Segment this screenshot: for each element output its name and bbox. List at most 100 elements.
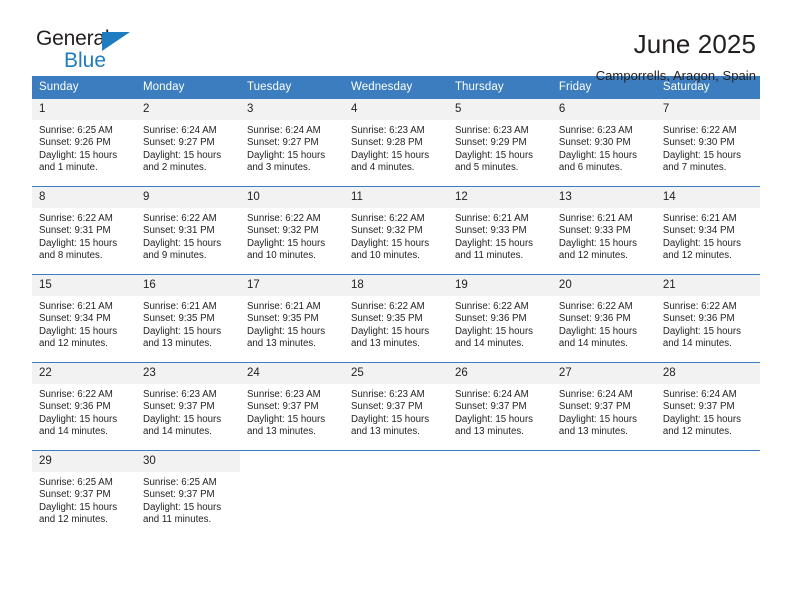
daylight-text-line1: Daylight: 15 hours: [142, 501, 222, 513]
day-details: Sunrise: 6:21 AM Sunset: 9:35 PM Daylight:…: [136, 296, 240, 351]
month-calendar: Sunday Monday Tuesday Wednesday Thursday…: [32, 76, 760, 539]
calendar-day-cell[interactable]: 30 Sunrise: 6:25 AM Sunset: 9:37 PM Dayligh…: [135, 450, 240, 539]
daylight-text-line2: and 14 minutes.: [142, 426, 212, 438]
day-details: Sunrise: 6:22 AM Sunset: 9:31 PM Daylight:…: [32, 208, 136, 263]
calendar-body: 1 Sunrise: 6:25 AM Sunset: 9:26 PM Daylight…: [32, 98, 760, 539]
calendar-day-cell[interactable]: 6 Sunrise: 6:23 AM Sunset: 9:30 PM Daylight…: [551, 98, 656, 187]
daylight-text-line1: Daylight: 15 hours: [39, 237, 118, 249]
day-number: 29: [32, 451, 136, 472]
daylight-text-line2: and 13 minutes.: [350, 338, 420, 350]
calendar-day-cell[interactable]: 21 Sunrise: 6:22 AM Sunset: 9:36 PM Dayligh…: [655, 274, 760, 363]
calendar-day-cell[interactable]: 10 Sunrise: 6:22 AM Sunset: 9:32 PM Dayligh…: [239, 186, 344, 275]
daylight-text-line2: and 10 minutes.: [350, 250, 420, 262]
daylight-text-line1: Daylight: 15 hours: [246, 149, 326, 161]
calendar-day-cell[interactable]: 1 Sunrise: 6:25 AM Sunset: 9:26 PM Daylight…: [32, 98, 136, 187]
calendar-day-cell-empty: [551, 450, 656, 539]
calendar-day-cell[interactable]: 5 Sunrise: 6:23 AM Sunset: 9:29 PM Daylight…: [447, 98, 552, 187]
calendar-day-cell[interactable]: 22 Sunrise: 6:22 AM Sunset: 9:36 PM Dayligh…: [32, 362, 136, 451]
calendar-day-cell[interactable]: 3 Sunrise: 6:24 AM Sunset: 9:27 PM Daylight…: [239, 98, 344, 187]
calendar-day-cell[interactable]: 17 Sunrise: 6:21 AM Sunset: 9:35 PM Dayligh…: [239, 274, 344, 363]
calendar-day-cell[interactable]: 29 Sunrise: 6:25 AM Sunset: 9:37 PM Dayligh…: [32, 450, 136, 539]
calendar-day-cell[interactable]: 25 Sunrise: 6:23 AM Sunset: 9:37 PM Dayligh…: [343, 362, 448, 451]
day-details: Sunrise: 6:23 AM Sunset: 9:37 PM Daylight:…: [344, 384, 448, 439]
daylight-text-line2: and 2 minutes.: [142, 162, 207, 174]
daylight-text-line2: and 14 minutes.: [558, 338, 628, 350]
calendar-week-row: 8 Sunrise: 6:22 AM Sunset: 9:31 PM Daylight…: [32, 186, 760, 275]
day-number: 24: [239, 363, 344, 384]
sunset-text: Sunset: 9:33 PM: [454, 225, 527, 237]
calendar-day-cell[interactable]: 19 Sunrise: 6:22 AM Sunset: 9:36 PM Dayligh…: [447, 274, 552, 363]
day-details: Sunrise: 6:22 AM Sunset: 9:32 PM Daylight:…: [240, 208, 344, 263]
daylight-text-line2: and 11 minutes.: [454, 250, 524, 262]
sunset-text: Sunset: 9:28 PM: [350, 137, 423, 149]
daylight-text-line1: Daylight: 15 hours: [142, 413, 222, 425]
day-number: 19: [447, 275, 552, 296]
sunset-text: Sunset: 9:29 PM: [454, 137, 527, 149]
sunrise-text: Sunrise: 6:24 AM: [246, 125, 321, 136]
day-details: Sunrise: 6:22 AM Sunset: 9:36 PM Daylight:…: [656, 296, 760, 351]
day-number: 6: [551, 99, 656, 120]
day-number: 8: [32, 187, 136, 208]
logo-text-general: General: [36, 27, 110, 50]
day-number: 4: [343, 99, 448, 120]
daylight-text-line1: Daylight: 15 hours: [558, 413, 638, 425]
calendar-day-cell[interactable]: 12 Sunrise: 6:21 AM Sunset: 9:33 PM Dayligh…: [447, 186, 552, 275]
calendar-day-cell[interactable]: 7 Sunrise: 6:22 AM Sunset: 9:30 PM Daylight…: [655, 98, 760, 187]
daylight-text-line1: Daylight: 15 hours: [142, 325, 222, 337]
day-details: Sunrise: 6:22 AM Sunset: 9:36 PM Daylight:…: [448, 296, 552, 351]
daylight-text-line1: Daylight: 15 hours: [662, 413, 741, 425]
triangle-icon: [102, 32, 130, 51]
sunset-text: Sunset: 9:30 PM: [662, 137, 735, 149]
daylight-text-line1: Daylight: 15 hours: [39, 149, 118, 161]
daylight-text-line2: and 13 minutes.: [454, 426, 524, 438]
calendar-day-cell[interactable]: 14 Sunrise: 6:21 AM Sunset: 9:34 PM Dayligh…: [655, 186, 760, 275]
calendar-day-cell[interactable]: 20 Sunrise: 6:22 AM Sunset: 9:36 PM Dayligh…: [551, 274, 656, 363]
sunrise-text: Sunrise: 6:23 AM: [142, 389, 217, 400]
day-number: 12: [447, 187, 552, 208]
daylight-text-line2: and 12 minutes.: [39, 514, 108, 526]
sunrise-text: Sunrise: 6:23 AM: [454, 125, 529, 136]
day-details: Sunrise: 6:21 AM Sunset: 9:35 PM Daylight:…: [240, 296, 344, 351]
weekday-header-wednesday: Wednesday: [343, 76, 448, 99]
calendar-day-cell[interactable]: 27 Sunrise: 6:24 AM Sunset: 9:37 PM Dayligh…: [551, 362, 656, 451]
day-details: Sunrise: 6:24 AM Sunset: 9:27 PM Daylight:…: [240, 120, 344, 175]
sunset-text: Sunset: 9:31 PM: [39, 225, 111, 237]
day-details: Sunrise: 6:22 AM Sunset: 9:36 PM Daylight:…: [32, 384, 136, 439]
page-title: June 2025: [633, 29, 756, 59]
page-header: General Blue June 2025 Camporrells, Arag…: [0, 0, 792, 83]
day-number: 3: [239, 99, 344, 120]
calendar-day-cell[interactable]: 9 Sunrise: 6:22 AM Sunset: 9:31 PM Daylight…: [135, 186, 240, 275]
sunrise-text: Sunrise: 6:21 AM: [558, 213, 633, 224]
day-number: 18: [343, 275, 448, 296]
calendar-day-cell[interactable]: 15 Sunrise: 6:21 AM Sunset: 9:34 PM Dayligh…: [32, 274, 136, 363]
daylight-text-line2: and 14 minutes.: [39, 426, 108, 438]
calendar-day-cell[interactable]: 4 Sunrise: 6:23 AM Sunset: 9:28 PM Daylight…: [343, 98, 448, 187]
calendar-day-cell[interactable]: 11 Sunrise: 6:22 AM Sunset: 9:32 PM Dayligh…: [343, 186, 448, 275]
calendar-day-cell[interactable]: 8 Sunrise: 6:22 AM Sunset: 9:31 PM Daylight…: [32, 186, 136, 275]
calendar-day-cell[interactable]: 26 Sunrise: 6:24 AM Sunset: 9:37 PM Dayligh…: [447, 362, 552, 451]
general-blue-logo[interactable]: General Blue: [36, 28, 156, 76]
calendar-day-cell[interactable]: 13 Sunrise: 6:21 AM Sunset: 9:33 PM Dayligh…: [551, 186, 656, 275]
sunrise-text: Sunrise: 6:23 AM: [350, 389, 425, 400]
sunrise-text: Sunrise: 6:23 AM: [350, 125, 425, 136]
calendar-day-cell[interactable]: 2 Sunrise: 6:24 AM Sunset: 9:27 PM Daylight…: [135, 98, 240, 187]
daylight-text-line1: Daylight: 15 hours: [350, 413, 430, 425]
calendar-day-cell[interactable]: 23 Sunrise: 6:23 AM Sunset: 9:37 PM Dayligh…: [135, 362, 240, 451]
daylight-text-line1: Daylight: 15 hours: [558, 149, 638, 161]
day-number: 11: [343, 187, 448, 208]
calendar-day-cell[interactable]: 28 Sunrise: 6:24 AM Sunset: 9:37 PM Dayligh…: [655, 362, 760, 451]
calendar-day-cell[interactable]: 18 Sunrise: 6:22 AM Sunset: 9:35 PM Dayligh…: [343, 274, 448, 363]
sunrise-text: Sunrise: 6:22 AM: [662, 301, 737, 312]
sunrise-text: Sunrise: 6:25 AM: [142, 477, 217, 488]
calendar-week-row: 15 Sunrise: 6:21 AM Sunset: 9:34 PM Dayligh…: [32, 274, 760, 363]
daylight-text-line2: and 7 minutes.: [662, 162, 727, 174]
weekday-header-sunday: Sunday: [32, 76, 136, 99]
daylight-text-line1: Daylight: 15 hours: [662, 237, 741, 249]
calendar-day-cell[interactable]: 16 Sunrise: 6:21 AM Sunset: 9:35 PM Dayligh…: [135, 274, 240, 363]
sunrise-text: Sunrise: 6:22 AM: [142, 213, 217, 224]
sunset-text: Sunset: 9:35 PM: [142, 313, 215, 325]
sunset-text: Sunset: 9:37 PM: [142, 401, 215, 413]
daylight-text-line1: Daylight: 15 hours: [142, 237, 222, 249]
calendar-day-cell[interactable]: 24 Sunrise: 6:23 AM Sunset: 9:37 PM Dayligh…: [239, 362, 344, 451]
daylight-text-line1: Daylight: 15 hours: [39, 413, 118, 425]
